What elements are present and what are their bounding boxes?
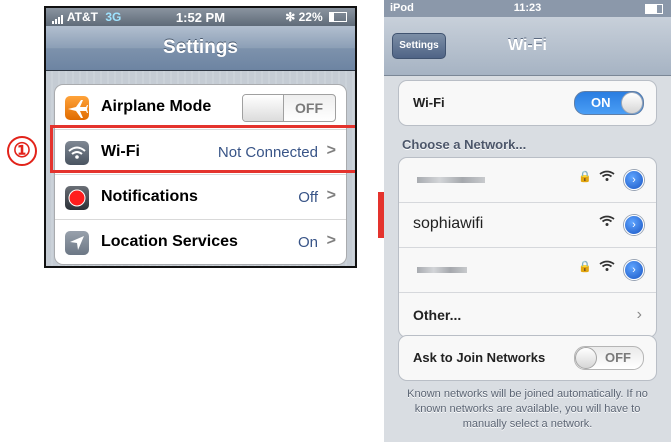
airplane-icon: [65, 96, 89, 120]
network-name-blurred: [417, 267, 467, 273]
wifi-toggle-row: Wi-Fi ON: [399, 81, 656, 125]
wifi-signal-icon: [599, 260, 615, 271]
disclosure-button[interactable]: ›: [624, 260, 644, 280]
settings-row-airplane-mode[interactable]: Airplane Mode OFF: [55, 85, 346, 130]
ask-to-join-footer-note: Known networks will be joined automatica…: [407, 388, 648, 430]
page-title: Wi-Fi: [508, 37, 547, 54]
wifi-toggle[interactable]: ON: [574, 91, 644, 115]
settings-row-location-services[interactable]: Location Services On >: [55, 220, 346, 264]
network-row-other[interactable]: Other... ›: [399, 293, 656, 337]
toggle-knob: [621, 92, 643, 114]
network-icons: 🔒 ›: [578, 170, 644, 190]
navigation-bar: Settings: [46, 26, 355, 71]
network-list: 🔒 › sophiawifi › 🔒 › Other... ›: [398, 157, 657, 338]
network-name: sophiawifi: [413, 215, 484, 232]
toggle-state: OFF: [295, 100, 323, 116]
network-icons: 🔒 ›: [578, 260, 644, 280]
battery-icon: [329, 12, 347, 22]
row-label: Wi-Fi: [101, 143, 140, 160]
ask-to-join-row: Ask to Join Networks OFF: [399, 336, 656, 380]
other-network-label: Other...: [413, 307, 462, 323]
bluetooth-icon: ✻: [285, 10, 296, 24]
chevron-right-icon: >: [326, 232, 336, 249]
row-label: Notifications: [101, 188, 198, 205]
page-title: Settings: [163, 37, 238, 58]
chevron-right-icon: ›: [636, 306, 642, 323]
battery-status: ✻ 22%: [285, 10, 347, 24]
lock-icon: 🔒: [578, 261, 593, 273]
row-label: Location Services: [101, 233, 238, 250]
notifications-icon: [65, 186, 89, 210]
ask-to-join-card: Ask to Join Networks OFF: [398, 335, 657, 381]
right-ipod-wifi-screen: iPod 11:23 Settings Wi-Fi Wi-Fi ON Choos…: [384, 0, 671, 442]
disclosure-button[interactable]: ›: [624, 170, 644, 190]
battery-percent: 22%: [298, 10, 323, 24]
network-icons: ›: [599, 215, 644, 235]
row-label: Wi-Fi: [413, 95, 445, 110]
left-iphone-settings-screen: AT&T 3G 1:52 PM ✻ 22% Settings Airplane …: [44, 6, 357, 268]
network-row-2[interactable]: sophiawifi ›: [399, 203, 656, 248]
ask-to-join-toggle[interactable]: OFF: [574, 346, 644, 370]
status-bar: iPod 11:23: [384, 0, 671, 17]
settings-row-wifi[interactable]: Wi-Fi Not Connected >: [55, 130, 346, 175]
status-bar: AT&T 3G 1:52 PM ✻ 22%: [46, 8, 355, 26]
airplane-mode-toggle[interactable]: OFF: [242, 94, 336, 122]
toggle-state: ON: [591, 95, 611, 110]
network-name-blurred: [417, 177, 485, 183]
battery-icon: [645, 4, 663, 14]
disclosure-button[interactable]: ›: [624, 215, 644, 235]
row-label: Airplane Mode: [101, 98, 212, 115]
step-callout: ①: [7, 136, 37, 166]
navigation-bar: Settings Wi-Fi: [384, 17, 671, 76]
toggle-knob: [243, 95, 284, 121]
wifi-status-value: Not Connected: [217, 144, 318, 161]
network-row-3[interactable]: 🔒 ›: [399, 248, 656, 293]
location-icon: [65, 231, 89, 255]
settings-row-notifications[interactable]: Notifications Off >: [55, 175, 346, 220]
wifi-icon: [65, 141, 89, 165]
location-services-value: On: [297, 234, 318, 251]
chevron-right-icon: >: [326, 142, 336, 159]
row-label: Ask to Join Networks: [413, 350, 546, 365]
status-time: 11:23: [513, 2, 542, 14]
toggle-knob: [575, 347, 597, 369]
wifi-signal-icon: [599, 170, 615, 181]
network-row-1[interactable]: 🔒 ›: [399, 158, 656, 203]
chevron-right-icon: >: [326, 187, 336, 204]
wifi-toggle-card: Wi-Fi ON: [398, 80, 657, 126]
lock-icon: 🔒: [578, 171, 593, 183]
toggle-state: OFF: [605, 350, 631, 365]
choose-network-label: Choose a Network...: [402, 137, 527, 152]
notifications-value: Off: [298, 189, 318, 206]
settings-group: Airplane Mode OFF Wi-Fi Not Connected > …: [54, 84, 347, 265]
wifi-signal-icon: [599, 215, 615, 226]
